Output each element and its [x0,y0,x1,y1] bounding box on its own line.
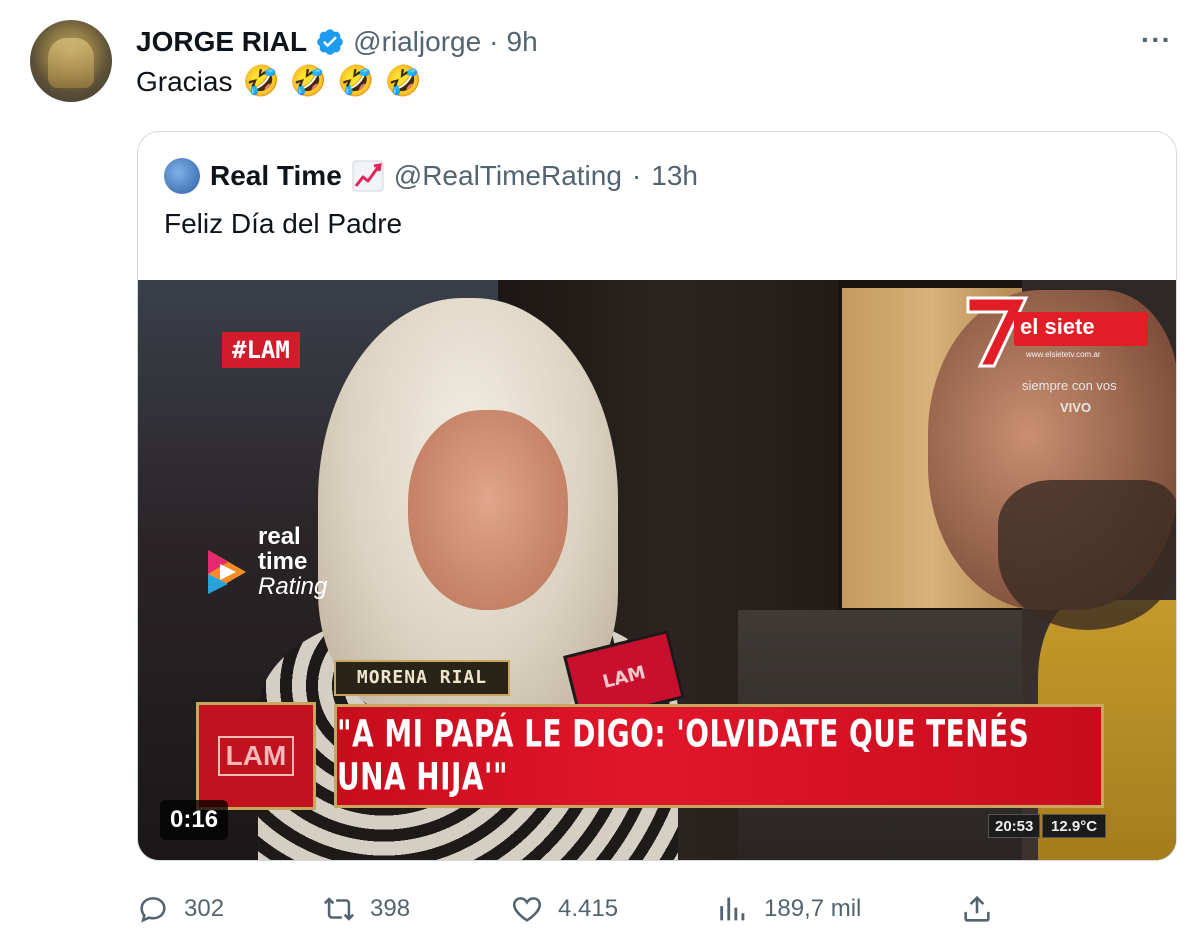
separator-dot: · [631,160,642,191]
heart-icon [512,897,542,922]
lam-logo: LAM [196,702,316,810]
retweet-count: 398 [370,895,411,922]
rofl-emoji: 🤣 [289,65,328,98]
retweet-button[interactable]: 398 [322,888,410,930]
broadcast-temperature: 12.9°C [1042,814,1107,838]
analytics-icon [720,897,745,921]
headline-banner: "A MI PAPÁ LE DIGO: 'OLVIDATE QUE TENÉS … [334,704,1104,808]
play-logo-icon [208,550,246,594]
watermark-word: real [258,523,301,550]
chart-increasing-icon [352,160,384,192]
views-button[interactable]: 189,7 mil [716,888,861,930]
tweet-body: Gracias [136,66,233,97]
channel-url: www.elsietetv.com.ar [1026,350,1101,359]
video-person [408,410,568,610]
tweet-text: Gracias 🤣 🤣 🤣 🤣 [136,66,422,98]
views-count: 189,7 mil [764,895,862,922]
quoted-tweet-header: Real Time @RealTimeRating · 13h [164,158,698,194]
author-name[interactable]: JORGE RIAL [136,26,307,58]
like-count: 4.415 [558,895,619,922]
watermark-text: real time Rating [258,524,327,599]
mic-label: LAM [600,661,648,693]
quoted-tweet-text: Feliz Día del Padre [164,208,403,239]
avatar[interactable] [30,20,112,102]
reply-icon [140,897,166,923]
channel-slogan: siempre con vos [1022,378,1117,393]
watermark-logo: real time Rating [206,522,356,612]
rofl-emoji: 🤣 [337,65,375,98]
tweet-timestamp[interactable]: 9h [507,26,538,58]
lam-logo-text: LAM [217,736,295,776]
headline-text: "A MI PAPÁ LE DIGO: 'OLVIDATE QUE TENÉS … [337,712,1030,800]
quoted-author-handle[interactable]: @RealTimeRating [394,160,622,192]
watermark-word: time [258,548,308,575]
quoted-timestamp[interactable]: 13h [651,160,698,192]
channel-logo: el siete www.elsietetv.com.ar siempre co… [964,292,1154,415]
quoted-avatar[interactable] [164,158,200,194]
video-person [998,480,1176,630]
quoted-tweet[interactable]: Real Time @RealTimeRating · 13h Feliz Dí… [137,131,1177,861]
quoted-author-name[interactable]: Real Time [210,160,342,192]
share-icon [964,895,990,922]
action-bar: 302 398 4.415 189,7 mil [136,888,1176,930]
video-duration: 0:16 [160,800,229,840]
video-player[interactable]: LAM #LAM real time Rating el siete www.e… [138,280,1176,860]
tweet-header: JORGE RIAL @rialjorge · 9h [136,22,538,62]
channel-name: el siete [1020,314,1095,339]
rofl-emoji: 🤣 [384,65,422,98]
retweet-icon [323,897,355,921]
author-handle[interactable]: @rialjorge [353,26,481,58]
watermark-word: Rating [258,573,328,600]
like-button[interactable]: 4.415 [510,888,618,930]
broadcast-clock: 20:53 [988,814,1041,838]
verified-badge-icon [317,29,343,55]
hashtag-overlay: #LAM [222,332,300,368]
reply-button[interactable]: 302 [136,888,224,930]
share-button[interactable] [960,888,994,930]
reply-count: 302 [184,895,225,922]
rofl-emoji: 🤣 [242,65,280,98]
separator-dot: · [489,26,499,57]
live-label: VIVO [1060,400,1092,415]
more-options-icon[interactable]: ··· [1141,24,1172,56]
name-plate: MORENA RIAL [334,660,510,696]
